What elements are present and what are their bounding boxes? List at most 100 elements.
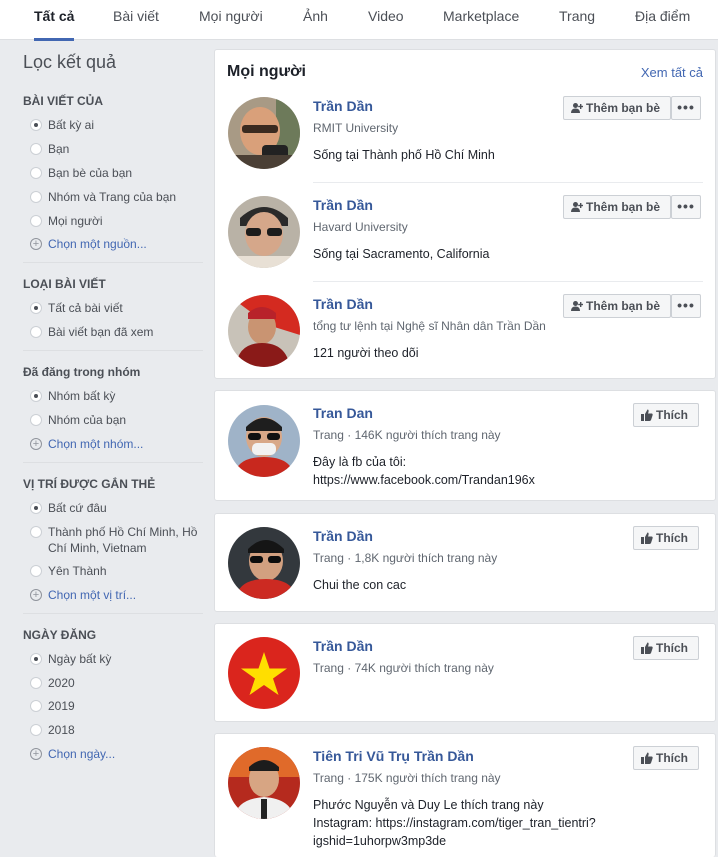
choose-location-link[interactable]: + Chọn một vị trí...: [30, 587, 136, 603]
filter-option-yen-thanh[interactable]: Yên Thành: [30, 563, 107, 579]
thumbs-up-icon: [641, 752, 653, 764]
radio-selected[interactable]: [30, 653, 42, 665]
search-tabs: Tất cả Bài viết Mọi người Ảnh Video Mark…: [0, 0, 718, 41]
see-all-link[interactable]: Xem tất cả: [641, 65, 703, 80]
filter-option-hcmc[interactable]: Thành phố Hồ Chí Minh, Hồ Chí Minh, Viet…: [30, 524, 205, 556]
filter-option-your-groups[interactable]: Nhóm của bạn: [30, 412, 126, 428]
like-button[interactable]: Thích: [633, 403, 699, 427]
people-results-card: Mọi người Xem tất cả Trần Dần RMIT Unive…: [214, 49, 716, 379]
more-options-button[interactable]: •••: [671, 294, 701, 318]
filter-option-2018[interactable]: 2018: [30, 722, 75, 738]
thumbs-up-icon: [641, 409, 653, 421]
page-result-card: Trần Dần Trang · 74K người thích trang n…: [214, 623, 716, 722]
radio[interactable]: [30, 565, 42, 577]
like-button[interactable]: Thích: [633, 636, 699, 660]
divider: [313, 182, 703, 183]
filter-option-seen-posts[interactable]: Bài viết bạn đã xem: [30, 324, 153, 340]
like-label: Thích: [656, 751, 688, 765]
tab-all[interactable]: Tất cả: [34, 0, 75, 41]
page-name[interactable]: Tran Dan: [313, 405, 373, 421]
person-name[interactable]: Trần Dần: [313, 197, 373, 213]
tab-marketplace[interactable]: Marketplace: [443, 0, 519, 40]
radio-selected[interactable]: [30, 390, 42, 402]
add-friend-button[interactable]: Thêm bạn bè: [563, 294, 671, 318]
page-result-card: Trần Dần Trang · 1,8K người thích trang …: [214, 513, 716, 612]
like-label: Thích: [656, 531, 688, 545]
filter-option-you[interactable]: Bạn: [30, 141, 69, 157]
radio[interactable]: [30, 724, 42, 736]
person-plus-icon: [571, 103, 583, 113]
person-plus-icon: [571, 202, 583, 212]
add-friend-label: Thêm bạn bè: [586, 299, 661, 313]
more-options-button[interactable]: •••: [671, 195, 701, 219]
radio[interactable]: [30, 414, 42, 426]
radio[interactable]: [30, 167, 42, 179]
plus-circle-icon: +: [30, 748, 42, 760]
tab-photos[interactable]: Ảnh: [303, 0, 328, 40]
avatar[interactable]: [228, 196, 300, 268]
choose-date-link[interactable]: + Chọn ngày...: [30, 746, 115, 762]
tab-posts[interactable]: Bài viết: [113, 0, 159, 40]
person-plus-icon: [571, 301, 583, 311]
page-name[interactable]: Tiên Tri Vũ Trụ Trần Dần: [313, 748, 474, 764]
plus-circle-icon: +: [30, 589, 42, 601]
filter-heading-post-type: LOẠI BÀI VIẾT: [23, 277, 106, 291]
tab-videos[interactable]: Video: [368, 0, 404, 40]
page-subtitle: Trang · 1,8K người thích trang này: [313, 551, 498, 565]
avatar[interactable]: [228, 747, 300, 819]
filter-heading-tagged-location: VỊ TRÍ ĐƯỢC GẮN THẺ: [23, 477, 156, 491]
tab-places[interactable]: Địa điểm: [635, 0, 690, 40]
avatar[interactable]: [228, 295, 300, 367]
radio[interactable]: [30, 191, 42, 203]
radio[interactable]: [30, 526, 42, 538]
tab-people[interactable]: Mọi người: [199, 0, 263, 40]
person-name[interactable]: Trần Dần: [313, 296, 373, 312]
filter-option-friends[interactable]: Bạn bè của bạn: [30, 165, 132, 181]
thumbs-up-icon: [641, 532, 653, 544]
divider: [313, 281, 703, 282]
add-friend-button[interactable]: Thêm bạn bè: [563, 195, 671, 219]
person-subtitle: RMIT University: [313, 121, 399, 135]
filter-option-public[interactable]: Mọi người: [30, 213, 103, 229]
person-subtitle: Havard University: [313, 220, 408, 234]
filter-option-anywhere[interactable]: Bất cứ đâu: [30, 500, 107, 516]
avatar[interactable]: [228, 527, 300, 599]
filter-sidebar: Lọc kết quả BÀI VIẾT CỦA Bất kỳ ai Bạn B…: [0, 40, 213, 857]
page-name[interactable]: Trần Dần: [313, 528, 373, 544]
filter-option-2020[interactable]: 2020: [30, 675, 75, 691]
radio-selected[interactable]: [30, 302, 42, 314]
choose-group-link[interactable]: + Chọn một nhóm...: [30, 436, 143, 452]
page-description: Phước Nguyễn và Duy Le thích trang này: [313, 798, 544, 812]
radio[interactable]: [30, 326, 42, 338]
add-friend-button[interactable]: Thêm bạn bè: [563, 96, 671, 120]
filter-option-groups-pages[interactable]: Nhóm và Trang của bạn: [30, 189, 176, 205]
radio[interactable]: [30, 677, 42, 689]
radio[interactable]: [30, 700, 42, 712]
thumbs-up-icon: [641, 642, 653, 654]
filter-option-any-group[interactable]: Nhóm bất kỳ: [30, 388, 115, 404]
filter-option-2019[interactable]: 2019: [30, 698, 75, 714]
radio[interactable]: [30, 143, 42, 155]
filter-option-anyone[interactable]: Bất kỳ ai: [30, 117, 94, 133]
radio-selected[interactable]: [30, 502, 42, 514]
vietnam-flag-icon[interactable]: [228, 637, 300, 709]
filter-option-all-posts[interactable]: Tất cả bài viết: [30, 300, 123, 316]
radio[interactable]: [30, 215, 42, 227]
filter-heading-posted-by: BÀI VIẾT CỦA: [23, 94, 104, 108]
choose-source-link[interactable]: + Chọn một nguồn...: [30, 236, 147, 252]
page-subtitle: Trang · 146K người thích trang này: [313, 428, 501, 442]
filter-option-any-date[interactable]: Ngày bất kỳ: [30, 651, 111, 667]
page-name[interactable]: Trần Dần: [313, 638, 373, 654]
radio-selected[interactable]: [30, 119, 42, 131]
person-row: Trần Dần Havard University Sống tại Sacr…: [215, 188, 715, 280]
tab-all-label: Tất cả: [34, 8, 75, 24]
avatar[interactable]: [228, 405, 300, 477]
avatar[interactable]: [228, 97, 300, 169]
page-description: Đây là fb của tôi:: [313, 455, 407, 469]
more-options-button[interactable]: •••: [671, 96, 701, 120]
person-name[interactable]: Trần Dần: [313, 98, 373, 114]
people-section-title: Mọi người: [227, 63, 306, 80]
like-button[interactable]: Thích: [633, 746, 699, 770]
like-button[interactable]: Thích: [633, 526, 699, 550]
tab-pages[interactable]: Trang: [559, 0, 595, 40]
